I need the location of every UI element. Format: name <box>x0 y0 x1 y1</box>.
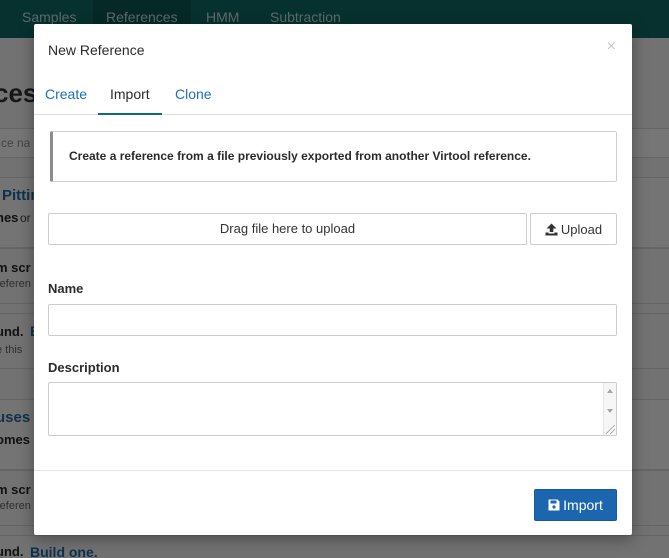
file-dropzone[interactable]: Drag file here to upload <box>48 213 527 245</box>
tab-clone[interactable]: Clone <box>175 86 212 115</box>
modal-tabs: Create Import Clone <box>34 80 632 115</box>
upload-button[interactable]: Upload <box>530 213 617 245</box>
tab-import[interactable]: Import <box>98 86 162 115</box>
upload-icon <box>545 223 558 236</box>
description-label: Description <box>48 360 120 375</box>
scroll-down-icon[interactable] <box>607 409 613 413</box>
import-button-label: Import <box>563 497 603 513</box>
tab-create[interactable]: Create <box>45 86 87 115</box>
resize-handle-icon[interactable] <box>606 425 615 434</box>
info-alert: Create a reference from a file previousl… <box>50 131 617 182</box>
description-textarea[interactable] <box>48 382 617 436</box>
import-button[interactable]: Import <box>534 489 617 521</box>
close-icon[interactable]: × <box>607 38 616 56</box>
alert-message: Create a reference from a file previousl… <box>69 149 531 163</box>
scroll-up-icon[interactable] <box>607 389 613 393</box>
new-reference-modal: New Reference × Create Import Clone Crea… <box>34 24 632 535</box>
upload-button-label: Upload <box>560 221 603 237</box>
modal-title: New Reference <box>48 42 145 58</box>
save-icon <box>548 499 560 511</box>
name-input[interactable] <box>48 304 617 336</box>
modal-header: New Reference × <box>34 24 632 74</box>
modal-footer: Import <box>34 470 632 535</box>
name-label: Name <box>48 281 84 296</box>
